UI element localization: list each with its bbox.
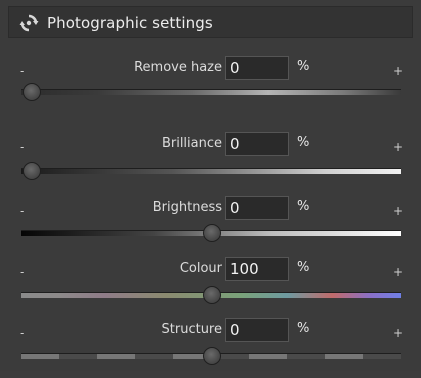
percent-label: % (297, 135, 310, 150)
structure-slider-handle[interactable] (203, 347, 221, 365)
panel-title: Photographic settings (47, 14, 213, 32)
brilliance-value-field[interactable]: 0 (225, 132, 289, 156)
remove-haze-value-field[interactable]: 0 (225, 56, 289, 80)
colour-value-field[interactable]: 100 (225, 257, 289, 281)
remove-haze-slider-handle[interactable] (23, 83, 41, 101)
slider-row-colour: - Colour 100 % + (0, 257, 421, 317)
decrease-icon[interactable]: - (20, 265, 24, 279)
increase-icon[interactable]: + (393, 326, 403, 340)
colour-slider-handle[interactable] (203, 286, 221, 304)
brightness-value-field[interactable]: 0 (225, 196, 289, 220)
structure-value-field[interactable]: 0 (225, 318, 289, 342)
slider-label-colour: Colour (179, 261, 222, 276)
decrease-icon[interactable]: - (20, 64, 24, 78)
brilliance-slider-track[interactable] (21, 168, 401, 174)
decrease-icon[interactable]: - (20, 326, 24, 340)
slider-label-structure: Structure (161, 322, 222, 337)
slider-label-brilliance: Brilliance (161, 136, 222, 151)
panel-header[interactable]: Photographic settings (8, 6, 413, 38)
increase-icon[interactable]: + (393, 140, 403, 154)
remove-haze-slider-track[interactable] (21, 89, 401, 95)
percent-label: % (297, 260, 310, 275)
slider-row-brightness: - Brightness 0 % + (0, 196, 421, 256)
slider-row-structure: - Structure 0 % + (0, 318, 421, 378)
percent-label: % (297, 59, 310, 74)
brightness-slider-handle[interactable] (203, 224, 221, 242)
photographic-settings-panel: Photographic settings - Remove haze 0 % … (0, 0, 421, 371)
increase-icon[interactable]: + (393, 265, 403, 279)
slider-label-brightness: Brightness (152, 200, 222, 215)
percent-label: % (297, 199, 310, 214)
increase-icon[interactable]: + (393, 64, 403, 78)
brilliance-slider-handle[interactable] (23, 162, 41, 180)
decrease-icon[interactable]: - (20, 140, 24, 154)
slider-row-brilliance: - Brilliance 0 % + (0, 132, 421, 192)
decrease-icon[interactable]: - (20, 204, 24, 218)
increase-icon[interactable]: + (393, 204, 403, 218)
slider-label-remove-haze: Remove haze (134, 60, 222, 75)
reset-arrows-icon[interactable] (19, 13, 39, 33)
slider-row-remove-haze: - Remove haze 0 % + (0, 56, 421, 116)
percent-label: % (297, 321, 310, 336)
